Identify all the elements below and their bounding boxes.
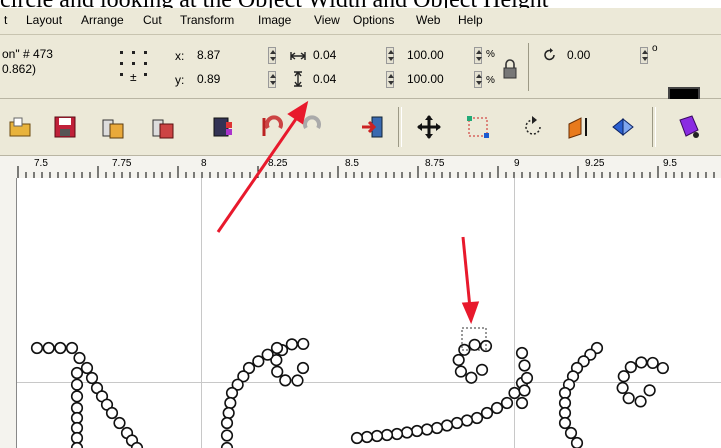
annotation-arrows — [216, 100, 487, 351]
